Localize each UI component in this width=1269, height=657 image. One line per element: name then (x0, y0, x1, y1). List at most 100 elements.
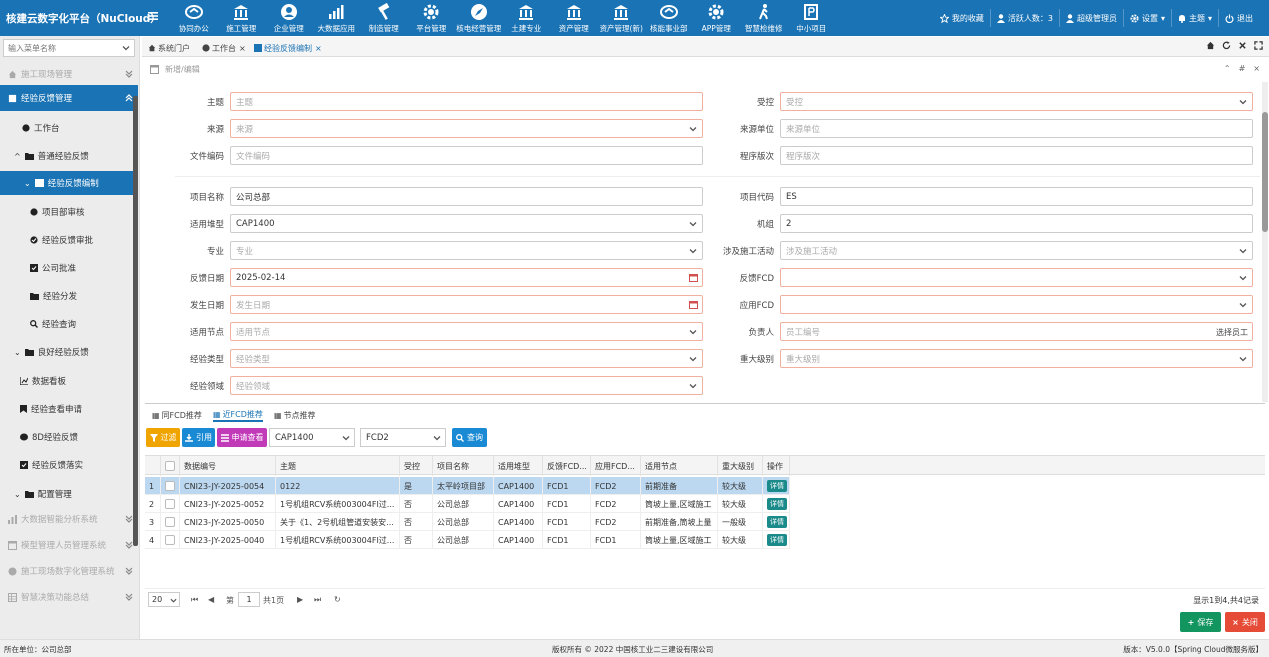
sidebar-item-query[interactable]: 经验查询 (0, 311, 138, 337)
refresh-icon[interactable] (1222, 41, 1231, 50)
topnav-item-app[interactable]: APP管理 (693, 0, 741, 36)
topnav-item-maintenance[interactable]: 智慧检维修 (740, 0, 788, 36)
fullscreen-icon[interactable] (1254, 41, 1263, 50)
topnav-item-enterprise[interactable]: 企业管理 (265, 0, 313, 36)
reactor-type-select[interactable]: CAP1400 (230, 214, 703, 233)
apply-fcd-select[interactable] (780, 295, 1253, 314)
row-checkbox-cell[interactable] (161, 513, 180, 531)
sidebar-item-site-digital[interactable]: 施工现场数字化管理系统 (0, 558, 138, 584)
table-row[interactable]: 2 CNI23-JY-2025-0052 1号机组RCV系统003004FI过.… (145, 495, 790, 513)
topnav-item-civil[interactable]: 土建专业 (503, 0, 551, 36)
topnav-item-nuclear-biz[interactable]: 核电经营管理 (455, 0, 503, 36)
header-level[interactable]: 重大级别 (718, 456, 763, 476)
row-checkbox[interactable] (165, 481, 175, 491)
user-menu[interactable]: 超级管理员 (1058, 9, 1123, 27)
pick-employee-button[interactable]: 选择员工 (1216, 327, 1248, 338)
topnav-item-nuclear-division[interactable]: 核能事业部 (645, 0, 693, 36)
apply-node-select[interactable]: 适用节点 (230, 322, 703, 341)
close-icon[interactable] (1238, 41, 1247, 50)
feedback-date-input[interactable]: 2025-02-14 (230, 268, 703, 287)
detail-button[interactable]: 详情 (767, 498, 787, 510)
tab-workbench[interactable]: 工作台 × (202, 40, 246, 56)
table-row[interactable]: 4 CNI23-JY-2025-0040 1号机组RCV系统003004FI过.… (145, 531, 790, 549)
file-code-input[interactable]: 文件编码 (230, 146, 703, 165)
owner-input[interactable]: 员工编号 选择员工 (780, 322, 1253, 341)
topnav-item-asset-new[interactable]: 资产管理(新) (598, 0, 646, 36)
prev-page-icon[interactable]: ◀ (208, 595, 214, 604)
sidebar-item-experience-feedback[interactable]: 经验反馈管理 (0, 85, 138, 111)
menu-search[interactable] (3, 39, 135, 57)
pin-icon[interactable]: # (1239, 64, 1246, 73)
sidebar-item-data-board[interactable]: 数据看板 (0, 368, 138, 394)
topnav-item-construction[interactable]: 施工管理 (218, 0, 266, 36)
header-node[interactable]: 适用节点 (641, 456, 718, 476)
close-icon[interactable]: × (315, 44, 322, 53)
row-checkbox[interactable] (165, 517, 175, 527)
theme-menu[interactable]: 主题 ▾ (1170, 9, 1218, 27)
table-row[interactable]: 3 CNI23-JY-2025-0050 关于《1、2号机组管道安装安... 否… (145, 513, 790, 531)
sidebar-item-workbench[interactable]: 工作台 (0, 115, 138, 141)
header-apply-fcd[interactable]: 应用FCD... (591, 456, 641, 476)
construction-activity-select[interactable]: 涉及施工活动 (780, 241, 1253, 260)
header-reactor[interactable]: 适用堆型 (494, 456, 543, 476)
select-all-checkbox[interactable] (165, 461, 175, 471)
row-checkbox-cell[interactable] (161, 531, 180, 549)
row-checkbox-cell[interactable] (161, 477, 180, 495)
menu-search-input[interactable] (4, 40, 114, 56)
close-icon[interactable]: × (1253, 64, 1260, 73)
collapse-icon[interactable]: ⌃ (1224, 64, 1231, 73)
save-button[interactable]: + 保存 (1180, 612, 1221, 632)
close-button[interactable]: × 关闭 (1225, 612, 1265, 632)
controlled-select[interactable]: 受控 (780, 92, 1253, 111)
topnav-item-manufacture[interactable]: 制造管理 (360, 0, 408, 36)
main-scrollbar[interactable] (1262, 82, 1268, 402)
project-name-input[interactable]: 公司总部 (230, 187, 703, 206)
page-size-select[interactable]: 20 (148, 592, 180, 607)
menu-toggle-icon[interactable] (147, 10, 159, 25)
sidebar-item-distribution[interactable]: 经验分发 (0, 283, 138, 309)
row-checkbox-cell[interactable] (161, 495, 180, 513)
exp-field-select[interactable]: 经验领域 (230, 376, 703, 395)
topnav-item-small-projects[interactable]: 中小项目 (788, 0, 836, 36)
detail-button[interactable]: 详情 (767, 480, 787, 492)
last-page-icon[interactable]: ⏭ (314, 595, 321, 605)
first-page-icon[interactable]: ⏮ (191, 595, 198, 605)
topnav-item-collab[interactable]: 协同办公 (170, 0, 218, 36)
apply-view-button[interactable]: 申请查看 (217, 428, 267, 447)
favorites-link[interactable]: 我的收藏 (934, 9, 990, 27)
tab-portal[interactable]: 系统门户 (148, 40, 190, 56)
header-project[interactable]: 项目名称 (433, 456, 494, 476)
header-code[interactable]: 数据编号 (180, 456, 276, 476)
close-icon[interactable]: × (239, 44, 246, 53)
source-unit-input[interactable]: 来源单位 (780, 119, 1253, 138)
sidebar-item-common-feedback[interactable]: ^ 普通经验反馈 (0, 143, 138, 169)
page-number-input[interactable]: 1 (238, 592, 260, 607)
subject-input[interactable]: 主题 (230, 92, 703, 111)
topnav-item-asset[interactable]: 资产管理 (550, 0, 598, 36)
subtab-same-fcd[interactable]: ▦ 同FCD推荐 (152, 408, 202, 422)
sidebar-item-implementation[interactable]: 经验反馈落实 (0, 452, 138, 478)
procedure-version-input[interactable]: 程序版次 (780, 146, 1253, 165)
sidebar-item-site-management[interactable]: 施工现场管理 (0, 61, 138, 87)
filter-button[interactable]: 过滤 (146, 428, 180, 447)
source-select[interactable]: 来源 (230, 119, 703, 138)
sidebar-item-project-review[interactable]: 项目部审核 (0, 199, 138, 225)
topnav-item-platform[interactable]: 平台管理 (408, 0, 456, 36)
logout-button[interactable]: 退出 (1218, 9, 1259, 27)
sidebar-item-view-request[interactable]: 经验查看申请 (0, 396, 138, 422)
header-subject[interactable]: 主题 (276, 456, 400, 476)
detail-button[interactable]: 详情 (767, 534, 787, 546)
scroll-thumb[interactable] (1262, 112, 1268, 232)
cite-button[interactable]: 引用 (182, 428, 215, 447)
settings-menu[interactable]: 设置 ▾ (1122, 9, 1171, 27)
sidebar-item-model-personnel[interactable]: 模型管理人员管理系统 (0, 532, 138, 558)
tab-feedback-compile[interactable]: 经验反馈编制 × (254, 40, 322, 56)
feedback-fcd-select[interactable] (780, 268, 1253, 287)
reactor-filter-select[interactable]: CAP1400 (269, 428, 355, 447)
subtab-node[interactable]: ▦ 节点推荐 (274, 408, 316, 422)
sidebar-item-8d-feedback[interactable]: 8D经验反馈 (0, 424, 138, 450)
severity-select[interactable]: 重大级别 (780, 349, 1253, 368)
sidebar-item-feedback-approve[interactable]: 经验反馈审批 (0, 227, 138, 253)
header-select-all[interactable] (161, 456, 180, 476)
fcd-filter-select[interactable]: FCD2 (360, 428, 446, 447)
